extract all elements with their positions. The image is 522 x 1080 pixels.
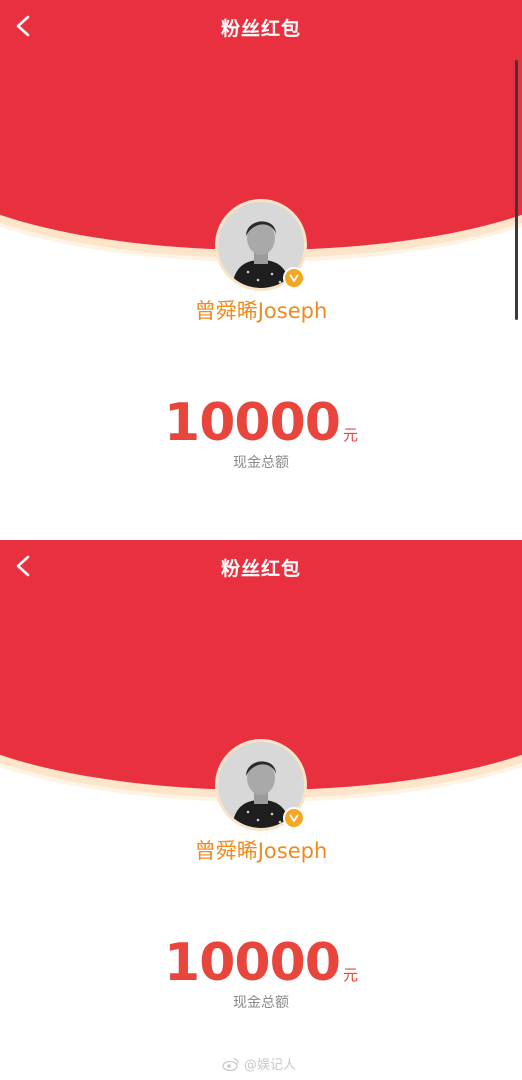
- watermark: @娱记人: [222, 1054, 296, 1073]
- red-packet-screen-1: 粉丝红包 曾舜晞Joseph 10000 元 现金总额: [0, 0, 522, 540]
- sender-username[interactable]: 曾舜晞Joseph: [0, 835, 522, 865]
- page-title: 粉丝红包: [220, 18, 301, 40]
- cash-amount: 10000: [164, 933, 341, 993]
- sender-username[interactable]: 曾舜晞Joseph: [0, 295, 522, 325]
- page-title: 粉丝红包: [220, 558, 301, 580]
- amount-row: 10000 元: [0, 393, 522, 453]
- watermark-text: @娱记人: [244, 1058, 297, 1073]
- weibo-icon: [222, 1057, 239, 1071]
- scrollbar[interactable]: [515, 60, 518, 320]
- avatar-container[interactable]: [215, 199, 307, 291]
- amount-label: 现金总额: [233, 995, 289, 1011]
- amount-label: 现金总额: [233, 455, 289, 471]
- verified-badge-icon: [283, 267, 305, 289]
- currency-unit: 元: [342, 966, 358, 984]
- cash-amount: 10000: [164, 393, 341, 453]
- currency-unit: 元: [342, 426, 358, 444]
- red-packet-screen-2: 粉丝红包 曾舜晞Joseph 10000 元 现金总额: [0, 540, 522, 1080]
- amount-row: 10000 元: [0, 933, 522, 993]
- avatar-container[interactable]: [215, 739, 307, 831]
- verified-badge-icon: [283, 807, 305, 829]
